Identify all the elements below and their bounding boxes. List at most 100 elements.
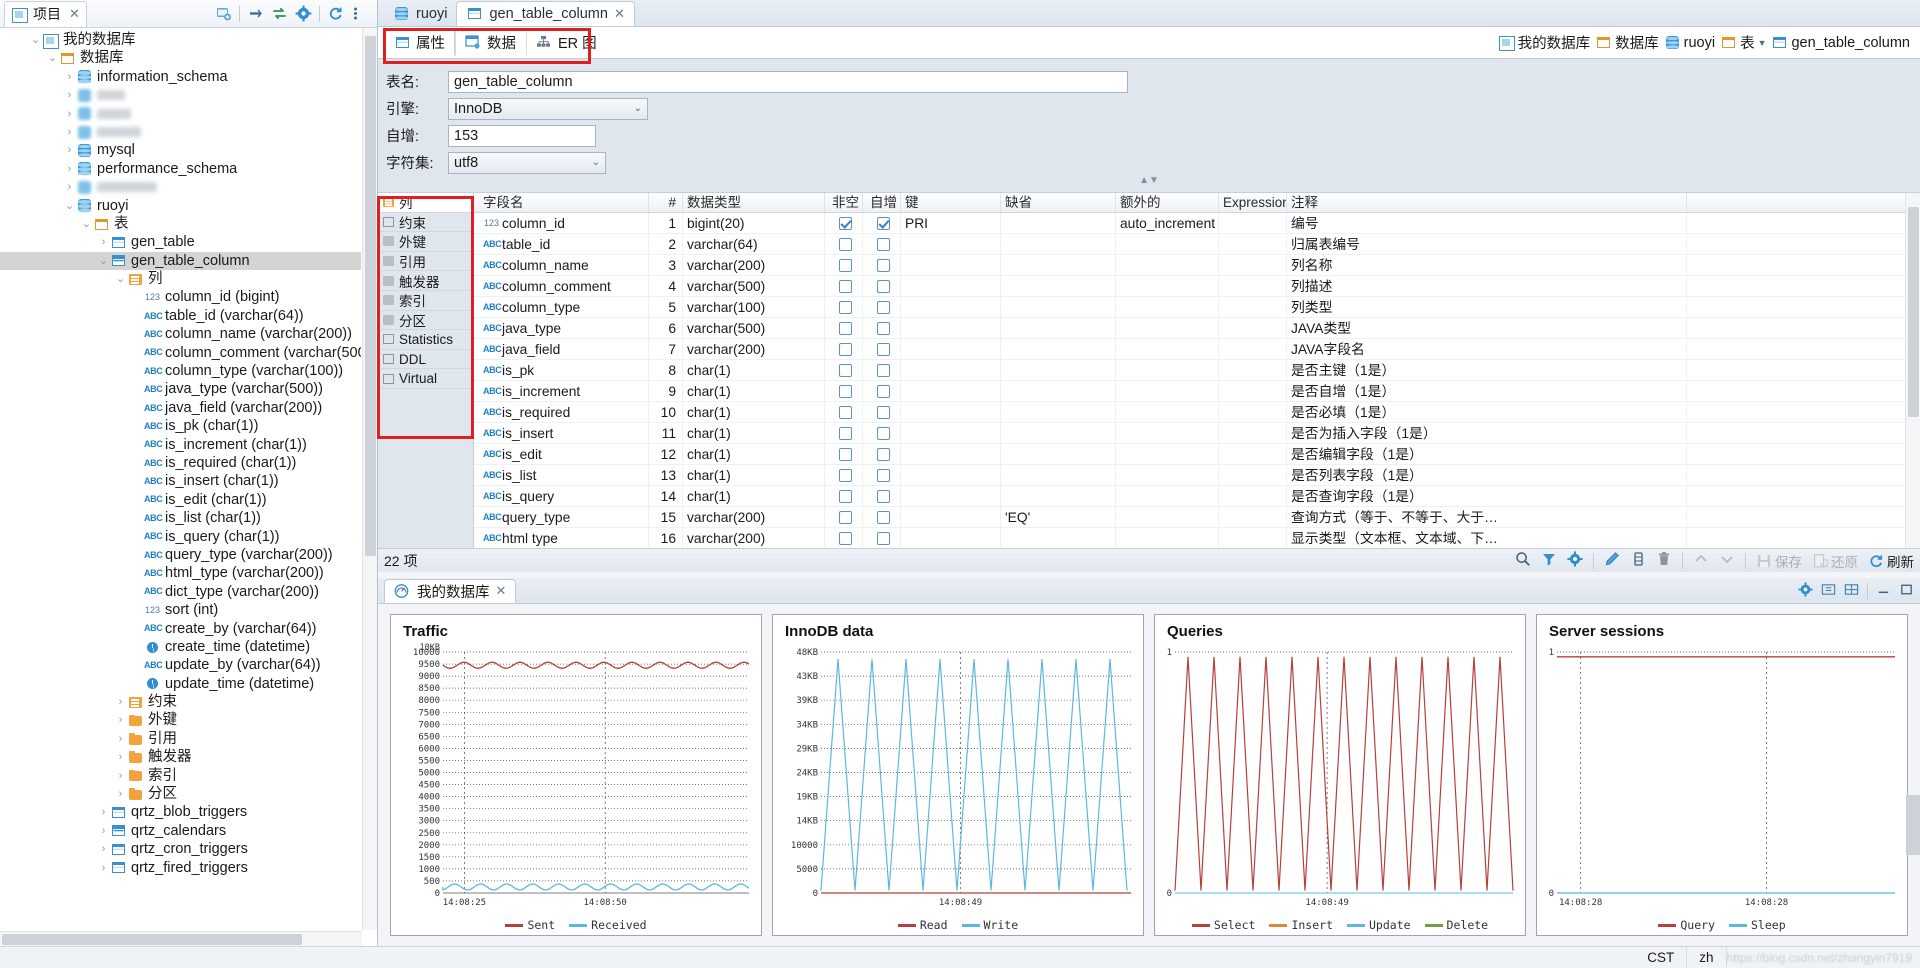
cell-extra[interactable]: auto_increment [1116, 213, 1219, 234]
checkbox[interactable] [839, 238, 852, 251]
minimize-icon[interactable] [247, 5, 264, 22]
chart-queries[interactable]: Queries1014:08:49SelectInsertUpdateDelet… [1154, 614, 1526, 936]
tree-item[interactable]: ABCis_list (char(1)) [0, 509, 361, 527]
cell-data-type[interactable]: varchar(200) [683, 255, 825, 276]
cell-default[interactable] [1001, 339, 1116, 360]
tree-item[interactable]: 123sort (int) [0, 601, 361, 619]
checkbox[interactable] [839, 511, 852, 524]
cell-data-type[interactable]: char(1) [683, 402, 825, 423]
cell-expression[interactable] [1219, 444, 1287, 465]
tree-item[interactable]: › [0, 105, 361, 123]
chevron-right-icon[interactable]: › [63, 123, 76, 141]
cell-comment[interactable]: 是否主键（1是） [1287, 360, 1687, 381]
cell-ordinal[interactable]: 4 [649, 276, 683, 297]
cell-ordinal[interactable]: 3 [649, 255, 683, 276]
chevron-right-icon[interactable]: › [63, 141, 76, 159]
cell-extra[interactable] [1116, 276, 1219, 297]
tree-item[interactable]: ABCis_query (char(1)) [0, 528, 361, 546]
checkbox[interactable] [839, 427, 852, 440]
breadcrumb-item-project[interactable]: 我的数据库 [1498, 32, 1591, 53]
cell-auto-increment[interactable] [863, 402, 901, 423]
cell-not-null[interactable] [825, 297, 863, 318]
table-row[interactable]: ABCquery_type15varchar(200)'EQ'查询方式（等于、不… [474, 507, 1920, 528]
cell-not-null[interactable] [825, 381, 863, 402]
cell-comment[interactable]: 列类型 [1287, 297, 1687, 318]
editor-tab-ruoyi[interactable]: ruoyi [384, 1, 456, 26]
cell-data-type[interactable]: char(1) [683, 465, 825, 486]
editor-tab-gen-table-column[interactable]: gen_table_column ✕ [456, 1, 634, 26]
cell-ordinal[interactable]: 2 [649, 234, 683, 255]
grid-column-header[interactable]: 额外的 [1116, 193, 1219, 212]
cell-data-type[interactable]: bigint(20) [683, 213, 825, 234]
tree-item[interactable]: ABCcolumn_comment (varchar(500)) [0, 344, 361, 362]
object-section-tabs[interactable]: 列约束外键引用触发器索引分区StatisticsDDLVirtual [378, 193, 474, 548]
legend-item[interactable]: Update [1347, 918, 1411, 932]
tree-item[interactable]: ABCcreate_by (varchar(64)) [0, 620, 361, 638]
cell-auto-increment[interactable] [863, 360, 901, 381]
cell-comment[interactable]: 是否为插入字段（1是） [1287, 423, 1687, 444]
checkbox[interactable] [877, 427, 890, 440]
tree-item[interactable]: ›qrtz_calendars [0, 822, 361, 840]
tree-item[interactable]: ABCcolumn_type (varchar(100)) [0, 362, 361, 380]
tab-data[interactable]: 数据 [455, 30, 526, 56]
tree-item[interactable]: update_time (datetime) [0, 675, 361, 693]
checkbox[interactable] [877, 532, 890, 545]
checkbox[interactable] [877, 406, 890, 419]
chevron-down-icon[interactable]: ⌄ [114, 270, 127, 288]
cell-key[interactable] [901, 234, 1001, 255]
tree-item[interactable]: › [0, 86, 361, 104]
legend-item[interactable]: Sleep [1729, 918, 1786, 932]
checkbox[interactable] [839, 322, 852, 335]
copy-row-icon[interactable] [1630, 551, 1646, 570]
chevron-down-icon[interactable]: ▼ [1758, 38, 1767, 48]
filter-icon[interactable] [1541, 551, 1557, 570]
cell-not-null[interactable] [825, 444, 863, 465]
cell-extra[interactable] [1116, 318, 1219, 339]
checkbox[interactable] [877, 364, 890, 377]
legend-item[interactable]: Sent [505, 918, 555, 932]
chevron-down-icon[interactable]: ⌄ [46, 49, 59, 67]
chevron-down-icon[interactable]: ⌄ [97, 252, 110, 270]
cell-auto-increment[interactable] [863, 339, 901, 360]
checkbox[interactable] [877, 385, 890, 398]
cell-key[interactable] [901, 465, 1001, 486]
panel-splitter[interactable]: ▲▼ [378, 176, 1920, 186]
cell-auto-increment[interactable] [863, 213, 901, 234]
section-tab-constraint[interactable]: 约束 [378, 213, 473, 233]
cell-not-null[interactable] [825, 234, 863, 255]
grid-column-header[interactable]: 非空 [825, 193, 863, 212]
cell-comment[interactable]: 列名称 [1287, 255, 1687, 276]
tree-item[interactable]: ABCcolumn_name (varchar(200)) [0, 325, 361, 343]
delete-icon[interactable] [1656, 551, 1672, 570]
cell-key[interactable] [901, 507, 1001, 528]
grid-column-header[interactable]: 自增 [863, 193, 901, 212]
cell-expression[interactable] [1219, 360, 1287, 381]
section-tab-partition[interactable]: 分区 [378, 311, 473, 331]
table-row[interactable]: ABCis_list13char(1)是否列表字段（1是） [474, 465, 1920, 486]
cell-not-null[interactable] [825, 339, 863, 360]
tree-item[interactable]: ›mysql [0, 141, 361, 159]
section-tab-index[interactable]: 索引 [378, 291, 473, 311]
tree-item[interactable]: ABCis_pk (char(1)) [0, 417, 361, 435]
tree-item[interactable]: ›qrtz_blob_triggers [0, 803, 361, 821]
cell-extra[interactable] [1116, 486, 1219, 507]
chevron-right-icon[interactable]: › [63, 68, 76, 86]
cell-ordinal[interactable]: 7 [649, 339, 683, 360]
table-row[interactable]: ABCis_edit12char(1)是否编辑字段（1是） [474, 444, 1920, 465]
cell-expression[interactable] [1219, 423, 1287, 444]
cell-expression[interactable] [1219, 234, 1287, 255]
tree-item[interactable]: ›qrtz_cron_triggers [0, 840, 361, 858]
cell-ordinal[interactable]: 13 [649, 465, 683, 486]
cell-data-type[interactable]: varchar(64) [683, 234, 825, 255]
breadcrumb-item-ruoyi[interactable]: ruoyi [1664, 35, 1715, 51]
checkbox[interactable] [877, 490, 890, 503]
checkbox[interactable] [877, 280, 890, 293]
cell-ordinal[interactable]: 1 [649, 213, 683, 234]
cell-auto-increment[interactable] [863, 276, 901, 297]
cell-data-type[interactable]: char(1) [683, 444, 825, 465]
cell-not-null[interactable] [825, 402, 863, 423]
chevron-right-icon[interactable]: › [114, 693, 127, 711]
checkbox[interactable] [877, 322, 890, 335]
chevron-right-icon[interactable]: › [63, 105, 76, 123]
checkbox[interactable] [877, 448, 890, 461]
